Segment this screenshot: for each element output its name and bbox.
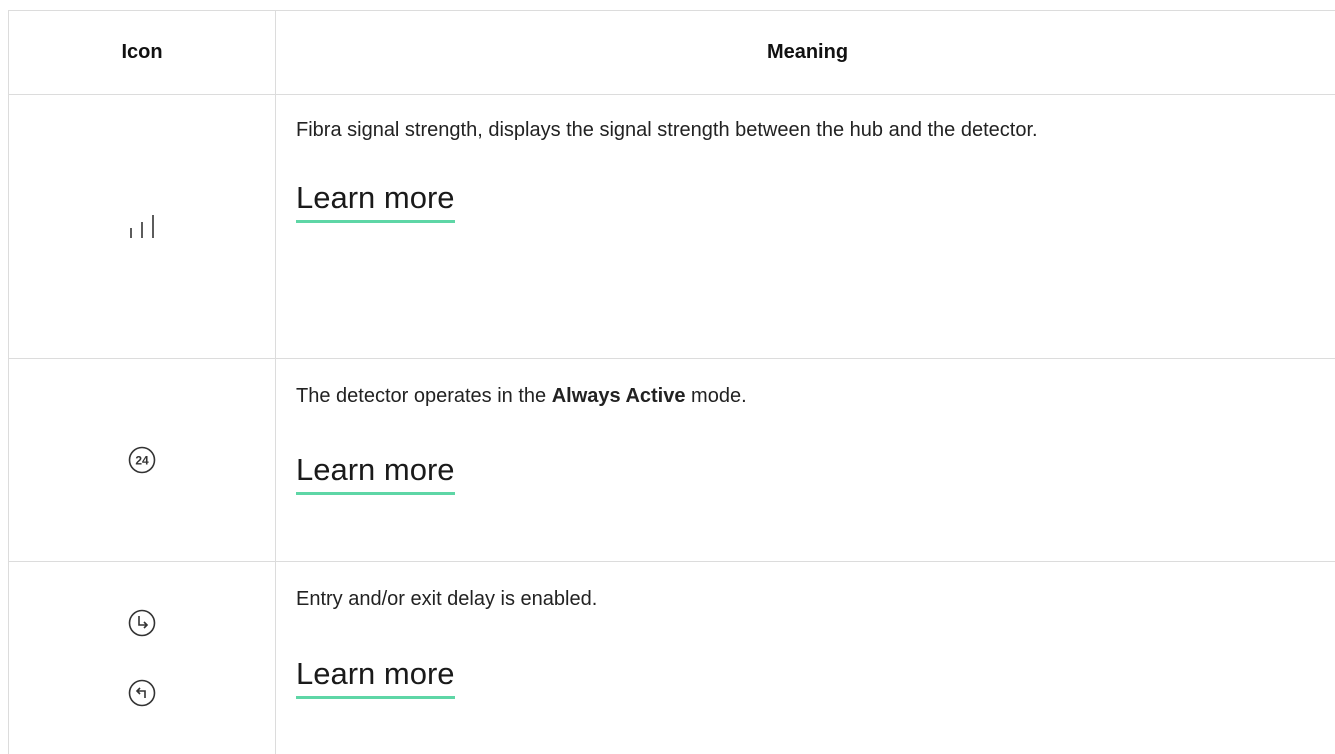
icon-cell: 24 bbox=[9, 359, 276, 561]
description-part: mode. bbox=[685, 385, 747, 407]
learn-more-link[interactable]: Learn more bbox=[296, 656, 455, 699]
icon-cell bbox=[9, 95, 276, 358]
table-row: 24 The detector operates in the Always A… bbox=[9, 359, 1335, 562]
table-row: Entry and/or exit delay is enabled. Lear… bbox=[9, 562, 1335, 754]
description-part: The detector operates in the bbox=[296, 385, 552, 407]
description-text: Fibra signal strength, displays the sign… bbox=[296, 119, 1038, 141]
learn-more-link[interactable]: Learn more bbox=[296, 180, 455, 223]
learn-more-link[interactable]: Learn more bbox=[296, 452, 455, 495]
icon-meaning-table: Icon Meaning Fibra signal strength, disp… bbox=[8, 10, 1335, 754]
meaning-cell: Fibra signal strength, displays the sign… bbox=[276, 95, 1335, 358]
entry-delay-icon bbox=[127, 608, 157, 638]
exit-delay-icon bbox=[127, 678, 157, 708]
table-row: Fibra signal strength, displays the sign… bbox=[9, 95, 1335, 359]
always-active-24-icon-label: 24 bbox=[135, 454, 149, 468]
table-header-row: Icon Meaning bbox=[9, 11, 1335, 95]
description-text: The detector operates in the Always Acti… bbox=[296, 359, 1319, 412]
meaning-cell: Entry and/or exit delay is enabled. Lear… bbox=[276, 562, 1335, 754]
signal-strength-icon bbox=[127, 214, 157, 240]
column-header-icon: Icon bbox=[9, 11, 276, 94]
description-text: Entry and/or exit delay is enabled. bbox=[296, 588, 598, 610]
icon-cell bbox=[9, 562, 276, 754]
always-active-mode-label: Always Active bbox=[551, 385, 686, 407]
column-header-meaning: Meaning bbox=[766, 41, 849, 63]
meaning-cell: The detector operates in the Always Acti… bbox=[276, 359, 1335, 561]
always-active-24-icon: 24 bbox=[127, 445, 157, 475]
